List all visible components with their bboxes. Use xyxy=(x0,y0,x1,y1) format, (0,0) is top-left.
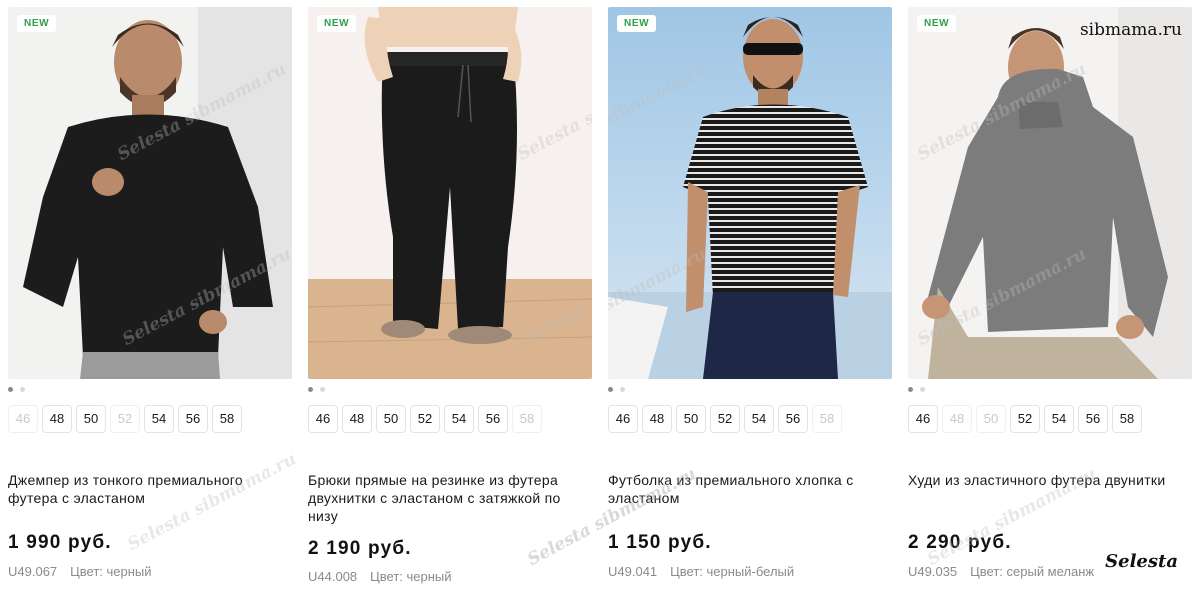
size-option[interactable]: 58 xyxy=(1112,405,1142,433)
size-option[interactable]: 50 xyxy=(976,405,1006,433)
product-price: 2 290 руб. xyxy=(908,532,1012,553)
size-option[interactable]: 52 xyxy=(1010,405,1040,433)
product-meta: U49.067 Цвет: черный xyxy=(8,564,152,579)
product-card[interactable]: NEW Selesta sibmama.ru Selesta sibmama.r… xyxy=(8,7,300,592)
size-option[interactable]: 50 xyxy=(676,405,706,433)
new-badge: NEW xyxy=(17,15,57,32)
size-option[interactable]: 56 xyxy=(478,405,508,433)
product-color: Цвет: черный xyxy=(370,569,452,584)
size-option[interactable]: 58 xyxy=(512,405,542,433)
product-color: Цвет: серый меланж xyxy=(970,564,1095,579)
product-title[interactable]: Футболка из премиального хлопка с эласта… xyxy=(608,471,892,507)
size-option[interactable]: 46 xyxy=(908,405,938,433)
size-option[interactable]: 46 xyxy=(308,405,338,433)
product-sku: U49.067 xyxy=(8,564,58,579)
size-option[interactable]: 46 xyxy=(608,405,638,433)
size-option[interactable]: 58 xyxy=(212,405,242,433)
size-option[interactable]: 54 xyxy=(444,405,474,433)
product-image[interactable]: NEW Selesta sibmama.ru Selesta sibmama.r… xyxy=(908,7,1192,379)
size-option[interactable]: 48 xyxy=(42,405,72,433)
size-option[interactable]: 46 xyxy=(8,405,38,433)
size-option[interactable]: 58 xyxy=(812,405,842,433)
brand-watermark: Selesta xyxy=(1105,551,1178,572)
size-option[interactable]: 56 xyxy=(1078,405,1108,433)
product-price: 2 190 руб. xyxy=(308,538,412,559)
product-title[interactable]: Худи из эластичного футера двунитки xyxy=(908,471,1192,489)
pagination-dot[interactable] xyxy=(608,387,613,392)
product-title[interactable]: Брюки прямые на резинке из футера двухни… xyxy=(308,471,592,525)
pagination-dot[interactable] xyxy=(8,387,13,392)
pagination-dot[interactable] xyxy=(908,387,913,392)
new-badge: NEW xyxy=(617,15,657,32)
product-image[interactable]: NEW Selesta sibmama.ru Selesta sibmama.r… xyxy=(308,7,592,379)
product-meta: U49.041 Цвет: черный-белый xyxy=(608,564,794,579)
product-price: 1 150 руб. xyxy=(608,532,712,553)
product-card[interactable]: NEW Selesta sibmama.ru Selesta sibmama.r… xyxy=(524,7,892,592)
size-option[interactable]: 50 xyxy=(76,405,106,433)
product-meta: U44.008 Цвет: черный xyxy=(308,569,452,584)
product-image[interactable]: NEW Selesta sibmama.ru Selesta sibmama.r… xyxy=(8,7,292,379)
size-option[interactable]: 54 xyxy=(1044,405,1074,433)
product-grid: NEW Selesta sibmama.ru Selesta sibmama.r… xyxy=(8,7,1192,592)
new-badge: NEW xyxy=(917,15,957,32)
pagination-dot[interactable] xyxy=(20,387,25,392)
site-watermark: sibmama.ru xyxy=(1079,20,1182,40)
product-color: Цвет: черный xyxy=(70,564,152,579)
size-option[interactable]: 52 xyxy=(710,405,740,433)
product-sku: U49.041 xyxy=(608,564,658,579)
product-meta: U49.035 Цвет: серый меланж xyxy=(908,564,1094,579)
pagination-dot[interactable] xyxy=(308,387,313,392)
product-card[interactable]: NEW Selesta sibmama.ru Selesta sibmama.r… xyxy=(908,7,1192,592)
size-option[interactable]: 48 xyxy=(942,405,972,433)
size-option[interactable]: 54 xyxy=(144,405,174,433)
product-title[interactable]: Джемпер из тонкого премиального футера с… xyxy=(8,471,292,507)
size-option[interactable]: 52 xyxy=(110,405,140,433)
product-sku: U44.008 xyxy=(308,569,358,584)
size-option[interactable]: 52 xyxy=(410,405,440,433)
product-price: 1 990 руб. xyxy=(8,532,112,553)
pagination-dot[interactable] xyxy=(620,387,625,392)
product-sku: U49.035 xyxy=(908,564,958,579)
size-option[interactable]: 50 xyxy=(376,405,406,433)
new-badge: NEW xyxy=(317,15,357,32)
size-option[interactable]: 56 xyxy=(178,405,208,433)
size-option[interactable]: 48 xyxy=(342,405,372,433)
product-color: Цвет: черный-белый xyxy=(670,564,795,579)
size-option[interactable]: 56 xyxy=(778,405,808,433)
product-image[interactable]: NEW Selesta sibmama.ru Selesta sibmama.r… xyxy=(608,7,892,379)
size-option[interactable]: 54 xyxy=(744,405,774,433)
product-card[interactable]: NEW Selesta sibmama.ru Selesta sibmama.r… xyxy=(308,7,700,592)
size-option[interactable]: 48 xyxy=(642,405,672,433)
pagination-dot[interactable] xyxy=(920,387,925,392)
pagination-dot[interactable] xyxy=(320,387,325,392)
